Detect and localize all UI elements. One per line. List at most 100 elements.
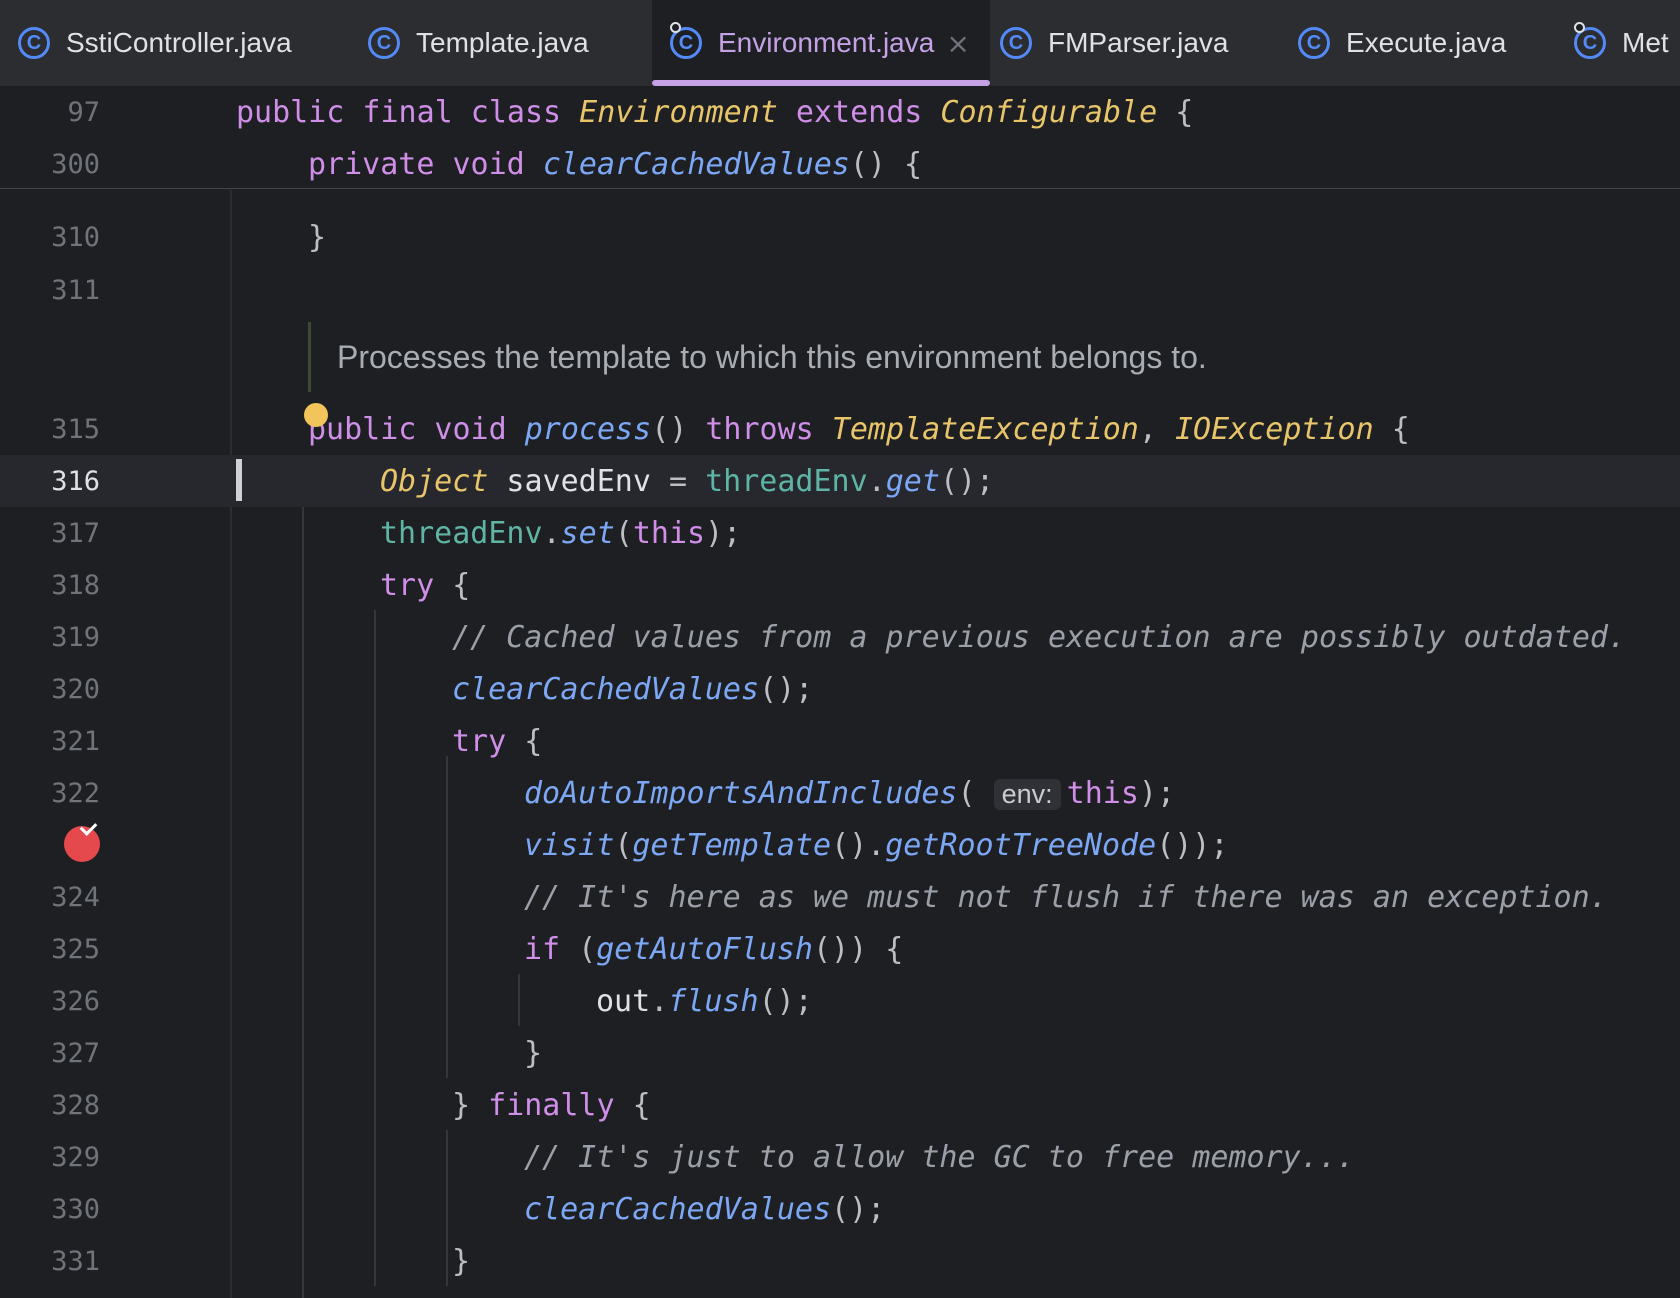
code-line[interactable]: 311	[0, 264, 1680, 316]
code-token: clearCachedValues	[524, 1191, 832, 1227]
sticky-line[interactable]: 300 private void clearCachedValues() {	[0, 138, 1680, 190]
java-class-icon: C	[1000, 27, 1032, 59]
code-token: flush	[668, 983, 759, 1019]
line-number: 319	[51, 621, 100, 653]
code-line[interactable]: 310 }	[0, 211, 1680, 263]
current-code-line[interactable]: 316 Object savedEnv = threadEnv.get();	[0, 455, 1680, 507]
code-token: =	[650, 463, 706, 499]
code-token: this	[1066, 775, 1139, 811]
java-class-icon: C	[18, 27, 50, 59]
code-line[interactable]: 321 try {	[0, 715, 1680, 767]
code-token: clearCachedValues	[542, 146, 850, 182]
code-token: getAutoFlush	[596, 931, 813, 967]
code-token: try	[380, 567, 435, 603]
code-token: TemplateException	[831, 411, 1139, 447]
code-line[interactable]: 330 clearCachedValues();	[0, 1183, 1680, 1235]
code-line[interactable]: 315 public void process() throws Templat…	[0, 403, 1680, 455]
code-text: doAutoImportsAndIncludes( env: this);	[524, 776, 1175, 811]
lightbulb-icon[interactable]	[304, 403, 328, 427]
code-token: public void	[308, 411, 525, 447]
code-line[interactable]: 318 try {	[0, 559, 1680, 611]
code-token: threadEnv	[380, 515, 543, 551]
code-token: .	[650, 983, 669, 1019]
code-token: clearCachedValues	[452, 671, 760, 707]
code-line[interactable]: 328 } finally {	[0, 1079, 1680, 1131]
tab-label: Execute.java	[1346, 27, 1507, 58]
code-line[interactable]: 317 threadEnv.set(this);	[0, 507, 1680, 559]
tab-fmparser[interactable]: C FMParser.java	[982, 0, 1272, 86]
code-line[interactable]: visit(getTemplate().getRootTreeNode());	[0, 819, 1680, 871]
line-number: 326	[51, 985, 100, 1017]
code-token: visit	[524, 827, 615, 863]
code-token: ().	[831, 827, 886, 863]
tab-label: Template.java	[416, 27, 589, 58]
code-token: out	[596, 983, 651, 1019]
line-number: 311	[51, 274, 100, 306]
java-class-icon: C	[1574, 22, 1606, 59]
code-token: try	[452, 723, 507, 759]
code-line[interactable]: 327 }	[0, 1027, 1680, 1079]
code-token: Object	[380, 463, 489, 499]
text-caret	[236, 459, 242, 501]
code-token: {	[614, 1087, 651, 1123]
code-text: Object savedEnv = threadEnv.get();	[380, 464, 994, 499]
code-token: ();	[758, 983, 813, 1019]
java-class-icon: C	[368, 27, 400, 59]
code-line[interactable]: 326 out.flush();	[0, 975, 1680, 1027]
tab-label: Environment.java	[718, 27, 935, 58]
code-text: visit(getTemplate().getRootTreeNode());	[524, 828, 1228, 863]
code-line[interactable]: 331 }	[0, 1235, 1680, 1287]
sticky-line[interactable]: 97 public final class Environment extend…	[0, 86, 1680, 138]
code-token: doAutoImportsAndIncludes	[524, 775, 958, 811]
code-line[interactable]: 329 // It's just to allow the GC to free…	[0, 1131, 1680, 1183]
code-line[interactable]: 325 if (getAutoFlush()) {	[0, 923, 1680, 975]
tab-ssticontroller[interactable]: C SstiController.java	[0, 0, 356, 86]
code-text: // It's just to allow the GC to free mem…	[524, 1140, 1355, 1175]
code-token: }	[308, 219, 327, 255]
code-token: ());	[1156, 827, 1229, 863]
line-number: 331	[51, 1245, 100, 1277]
code-line[interactable]: 319 // Cached values from a previous exe…	[0, 611, 1680, 663]
code-token: get	[885, 463, 940, 499]
code-token: this	[632, 515, 706, 551]
code-token: (	[614, 515, 633, 551]
code-token: ,	[1138, 411, 1175, 447]
line-number: 330	[51, 1193, 100, 1225]
code-token: threadEnv	[705, 463, 868, 499]
code-token: finally	[488, 1087, 615, 1123]
code-token: ()	[651, 411, 706, 447]
code-token: ();	[759, 671, 814, 707]
code-token: savedEnv	[488, 463, 651, 499]
tab-template[interactable]: C Template.java	[350, 0, 650, 86]
line-number: 97	[67, 96, 100, 128]
code-token: ();	[939, 463, 995, 499]
code-text: threadEnv.set(this);	[380, 516, 741, 551]
line-number: 300	[51, 148, 100, 180]
line-number: 310	[51, 221, 100, 253]
line-number: 317	[51, 517, 100, 549]
close-icon[interactable]: ×	[946, 27, 969, 60]
line-number: 327	[51, 1037, 100, 1069]
java-class-icon: C	[670, 22, 702, 59]
icon-glyph: C	[678, 31, 694, 54]
code-line[interactable]: 320 clearCachedValues();	[0, 663, 1680, 715]
code-token: );	[705, 515, 742, 551]
code-line[interactable]: 324 // It's here as we must not flush if…	[0, 871, 1680, 923]
tab-execute[interactable]: C Execute.java	[1280, 0, 1560, 86]
pin-icon	[1574, 22, 1585, 33]
line-number: 328	[51, 1089, 100, 1121]
rendered-doc-comment[interactable]: Processes the template to which this env…	[308, 322, 1207, 392]
code-token: {	[1373, 411, 1410, 447]
breakpoint-icon[interactable]	[64, 818, 100, 862]
code-token: () {	[849, 146, 923, 182]
code-token: process	[524, 411, 652, 447]
code-line[interactable]: 322 doAutoImportsAndIncludes( env: this);	[0, 767, 1680, 819]
code-token: (	[957, 775, 994, 811]
line-number: 320	[51, 673, 100, 705]
tab-method[interactable]: C Met	[1556, 0, 1680, 86]
code-text: } finally {	[452, 1088, 651, 1123]
code-token: getTemplate	[632, 827, 832, 863]
line-number: 318	[51, 569, 100, 601]
code-text: clearCachedValues();	[452, 672, 813, 707]
tab-environment[interactable]: C Environment.java ×	[652, 0, 990, 86]
